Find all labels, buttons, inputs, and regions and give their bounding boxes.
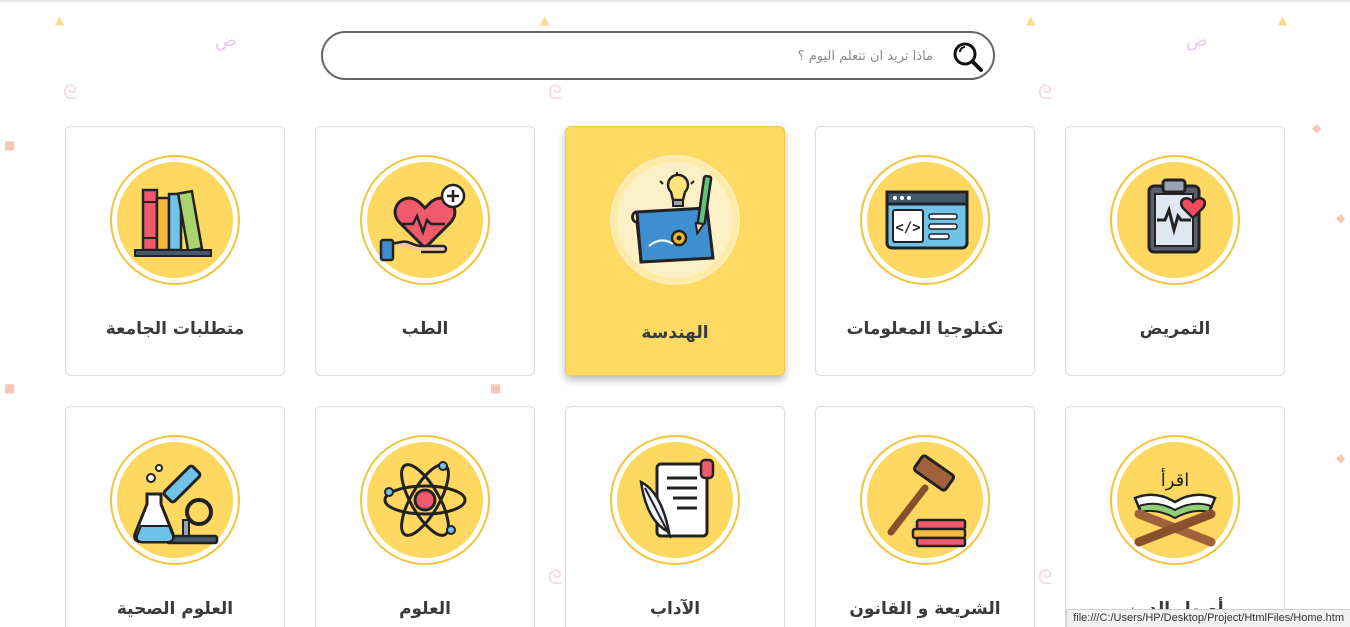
category-card-religion-fundamentals[interactable]: اقرأ أصول الدين	[1065, 406, 1285, 627]
category-label: الآداب	[649, 599, 701, 619]
category-icon-ring	[110, 155, 240, 285]
code-window-icon: </>	[885, 190, 969, 250]
category-icon-ring	[110, 435, 240, 565]
category-icon-ring	[360, 155, 490, 285]
category-label: تكنلوجيا المعلومات	[846, 319, 1004, 339]
quran-stand-icon: اقرأ	[1133, 468, 1217, 547]
decor-dot: ◆	[1336, 451, 1346, 465]
category-label: متطلبات الجامعة	[105, 319, 245, 339]
category-label: الشريعة و القانون	[849, 599, 1001, 619]
decor-triangle: ▲	[55, 13, 65, 27]
gavel-icon	[887, 454, 967, 548]
category-label: الهندسة	[641, 323, 709, 343]
heart-hand-icon	[379, 183, 466, 262]
decor-swirl: ᘓ	[548, 80, 563, 104]
decor-dot: ■	[4, 138, 16, 152]
decor-swirl: ᘓ	[63, 80, 78, 104]
category-card-engineering[interactable]: الهندسة	[565, 126, 785, 376]
category-card-medicine[interactable]: الطب	[315, 126, 535, 376]
quran-word: اقرأ	[1161, 468, 1190, 491]
decor-dot: ◆	[1336, 211, 1346, 225]
decor-squiggle: ﺽ	[215, 30, 237, 51]
category-icon-ring: </>	[860, 155, 990, 285]
search-input[interactable]	[343, 43, 933, 69]
books-icon	[134, 188, 212, 257]
decor-dot: ◆	[1312, 121, 1322, 135]
category-icon-ring	[860, 435, 990, 565]
decor-swirl: ᘓ	[548, 565, 563, 589]
microscope-icon	[133, 464, 219, 545]
svg-text:</>: </>	[895, 220, 920, 236]
category-card-science[interactable]: العلوم	[315, 406, 535, 627]
decor-triangle: ▲	[1278, 13, 1288, 27]
category-label: الطب	[401, 319, 449, 339]
search-bar	[321, 31, 995, 80]
category-icon-ring	[360, 435, 490, 565]
category-card-it[interactable]: </> تكنلوجيا المعلومات	[815, 126, 1035, 376]
decor-dot: ■	[4, 381, 16, 395]
category-icon-ring	[1110, 155, 1240, 285]
category-label: العلوم	[399, 599, 451, 619]
decor-swirl: ᘓ	[1038, 565, 1053, 589]
decor-swirl: ᘓ	[1038, 80, 1053, 104]
page: ▲ ﺽ ▲ ▲ ▲ ﺽ ᘓ ᘓ ᘓ ■ ■ ■ ◆ ◆ ◆ ᘓ ᘓ ماذا ت…	[0, 2, 1350, 627]
category-card-arts[interactable]: الآداب	[565, 406, 785, 627]
search-icon[interactable]	[951, 40, 985, 74]
decor-triangle: ▲	[1026, 13, 1036, 27]
category-label: العلوم الصحية	[116, 599, 234, 619]
status-bar-url: file:///C:/Users/HP/Desktop/Project/Html…	[1066, 609, 1350, 627]
category-card-health-sciences[interactable]: العلوم الصحية	[65, 406, 285, 627]
clipboard-heart-icon	[1147, 178, 1207, 254]
category-card-nursing[interactable]: التمريض	[1065, 126, 1285, 376]
category-label: التمريض	[1139, 319, 1211, 339]
decor-triangle: ▲	[540, 13, 550, 27]
decor-squiggle: ﺽ	[1186, 30, 1208, 51]
blueprint-icon	[631, 172, 715, 264]
category-card-university-requirements[interactable]: متطلبات الجامعة	[65, 126, 285, 376]
category-card-sharia-law[interactable]: الشريعة و القانون	[815, 406, 1035, 627]
scroll-quill-icon	[639, 458, 715, 539]
category-icon-ring	[610, 155, 740, 285]
atom-icon	[383, 461, 467, 537]
category-icon-ring: اقرأ	[1110, 435, 1240, 565]
decor-dot: ■	[490, 381, 502, 395]
category-icon-ring	[610, 435, 740, 565]
